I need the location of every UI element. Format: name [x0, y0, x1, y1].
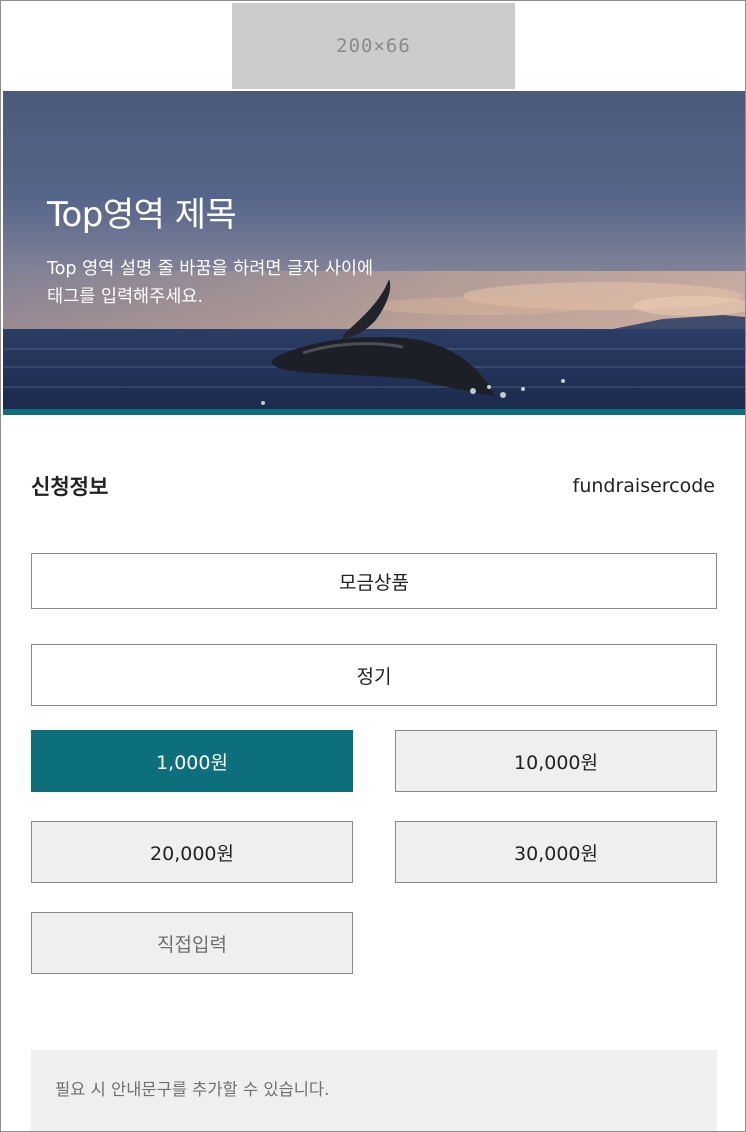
logo-placeholder-label: 200×66 [336, 35, 411, 57]
amount-option-10000[interactable]: 10,000원 [395, 730, 717, 792]
amount-option-label: 10,000원 [514, 751, 598, 774]
amount-option-label: 1,000원 [156, 751, 228, 774]
notice-text: 필요 시 안내문구를 추가할 수 있습니다. [55, 1080, 330, 1099]
hero-description: Top 영역 설명 줄 바꿈을 하려면 글자 사이에 태그를 입력해주세요. [47, 255, 507, 311]
amount-option-1000[interactable]: 1,000원 [31, 730, 353, 792]
hero-whale-image [3, 91, 745, 409]
hero-accent-stripe [3, 409, 745, 415]
product-select-button[interactable]: 모금상품 [31, 553, 717, 609]
custom-amount-label: 직접입력 [157, 933, 227, 956]
hero-description-line: Top 영역 설명 줄 바꿈을 하려면 글자 사이에 [47, 259, 374, 279]
period-select-button[interactable]: 정기 [31, 644, 717, 706]
fundraiser-code: fundraisercode [572, 475, 715, 497]
amount-option-label: 30,000원 [514, 842, 598, 865]
hero-banner: Top영역 제목 Top 영역 설명 줄 바꿈을 하려면 글자 사이에 태그를 … [3, 91, 745, 415]
hero-title: Top영역 제목 [47, 195, 237, 235]
logo-placeholder: 200×66 [232, 3, 515, 89]
hero-description-line: 태그를 입력해주세요. [47, 287, 204, 307]
amount-option-label: 20,000원 [150, 842, 234, 865]
amount-option-20000[interactable]: 20,000원 [31, 821, 353, 883]
amount-option-30000[interactable]: 30,000원 [395, 821, 717, 883]
page-frame: 200×66 Top영역 제목 Top 영역 설명 줄 바꿈을 하려면 글자 사… [0, 0, 746, 1132]
notice-box: 필요 시 안내문구를 추가할 수 있습니다. [31, 1050, 717, 1131]
custom-amount-button[interactable]: 직접입력 [31, 912, 353, 974]
section-title: 신청정보 [31, 475, 109, 499]
product-select-label: 모금상품 [339, 571, 409, 594]
period-select-label: 정기 [356, 665, 392, 688]
